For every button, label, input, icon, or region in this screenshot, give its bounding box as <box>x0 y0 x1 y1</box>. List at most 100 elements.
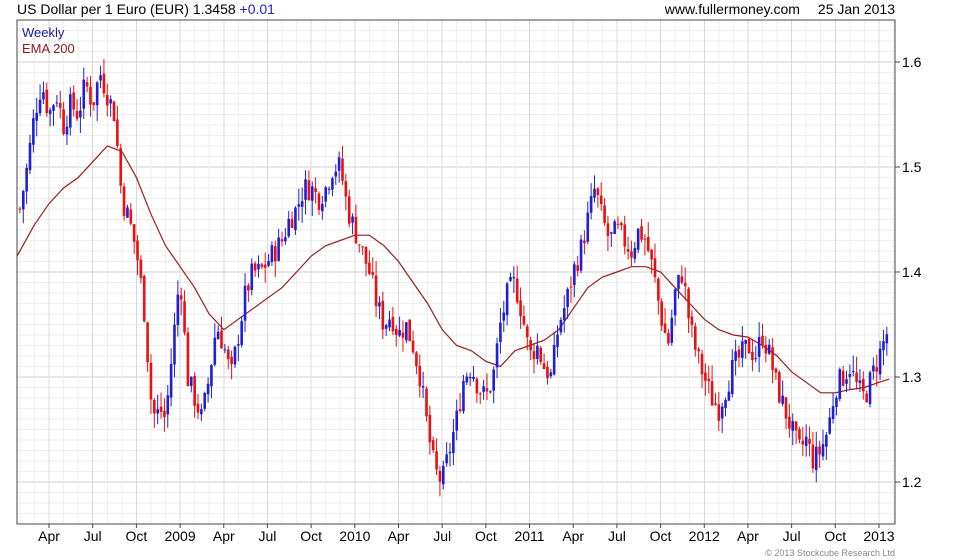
candle-down <box>253 263 257 271</box>
candle-up <box>845 379 848 384</box>
candle-down <box>401 332 405 338</box>
x-tick-label: 2009 <box>164 528 195 544</box>
candle-down <box>525 326 529 338</box>
candle-down <box>159 406 163 412</box>
candle-up <box>69 94 72 128</box>
candle-up <box>448 451 452 454</box>
candle-up <box>237 344 240 346</box>
candle-up <box>300 201 304 207</box>
candle-up <box>566 288 569 308</box>
candle-down <box>865 393 868 403</box>
candle-down <box>260 264 264 267</box>
candle-down <box>623 224 627 247</box>
candle-up <box>536 345 539 359</box>
candle-up <box>744 339 747 344</box>
candle-up <box>549 372 553 377</box>
candle-down <box>72 92 75 110</box>
candle-up <box>804 436 808 446</box>
x-tick-label: Apr <box>38 528 60 544</box>
candle-up <box>109 99 112 104</box>
candle-up <box>203 392 207 409</box>
x-tick-label: Apr <box>388 528 410 544</box>
candle-down <box>690 316 694 325</box>
x-tick-label: 2012 <box>689 528 720 544</box>
candle-down <box>650 249 653 260</box>
candle-down <box>273 246 277 262</box>
candle-up <box>609 232 613 234</box>
candle-down <box>186 332 190 387</box>
candle-up <box>294 207 297 231</box>
candle-up <box>720 406 724 419</box>
candle-down <box>425 388 428 417</box>
candle-down <box>183 301 186 333</box>
candle-up <box>489 391 492 393</box>
candle-down <box>761 335 764 346</box>
candle-down <box>411 340 415 353</box>
candle-up <box>767 344 771 354</box>
candle-down <box>693 326 697 350</box>
candle-down <box>371 272 375 275</box>
candle-down <box>569 286 573 288</box>
candle-up <box>233 346 237 365</box>
candle-down <box>438 470 442 482</box>
candle-down <box>630 251 633 258</box>
candle-up <box>791 421 795 431</box>
candle-down <box>717 404 721 421</box>
candle-down <box>280 239 284 242</box>
candle-down <box>532 351 536 360</box>
candle-up <box>398 330 401 336</box>
candle-up <box>552 345 556 375</box>
candle-up <box>21 191 25 210</box>
candle-down <box>478 393 482 395</box>
candle-up <box>838 369 842 400</box>
candle-up <box>223 349 227 351</box>
candle-up <box>337 157 341 171</box>
candle-down <box>102 73 106 94</box>
candle-up <box>216 331 220 340</box>
candle-up <box>673 289 677 316</box>
candle-up <box>297 204 301 207</box>
candle-up <box>243 285 247 321</box>
candle-down <box>657 278 660 301</box>
candle-down <box>862 378 865 392</box>
candle-up <box>38 99 42 114</box>
candle-down <box>788 416 791 429</box>
candle-down <box>149 362 153 400</box>
candle-down <box>515 278 519 303</box>
candle-down <box>112 101 116 122</box>
candle-up <box>55 102 59 104</box>
candle-up <box>868 372 872 405</box>
candle-up <box>287 218 291 237</box>
y-tick-label: 1.3 <box>902 369 922 385</box>
candle-up <box>250 263 254 290</box>
candle-up <box>495 343 499 368</box>
candle-down <box>247 285 250 291</box>
candle-down <box>855 372 858 383</box>
candle-up <box>32 118 35 145</box>
candle-up <box>512 276 516 279</box>
candle-down <box>146 322 149 363</box>
candle-down <box>58 102 62 108</box>
candle-up <box>240 321 243 345</box>
candle-down <box>798 429 801 440</box>
candle-up <box>200 409 203 415</box>
candle-down <box>599 195 603 205</box>
candle-up <box>821 444 825 457</box>
candle-down <box>230 356 233 365</box>
candle-down <box>620 222 623 226</box>
candle-up <box>499 322 502 343</box>
candle-up <box>257 263 260 270</box>
candle-up <box>465 376 469 383</box>
candle-up <box>169 363 173 398</box>
candle-up <box>472 376 475 380</box>
candle-up <box>825 434 828 447</box>
x-tick-label: Jul <box>84 528 102 544</box>
candle-down <box>626 248 630 252</box>
candle-up <box>814 446 818 471</box>
grid-lines <box>17 20 895 524</box>
candle-down <box>431 440 435 451</box>
candle-down <box>458 409 462 412</box>
candle-up <box>727 391 731 401</box>
x-tick-label: Oct <box>650 528 672 544</box>
candle-up <box>878 348 882 375</box>
